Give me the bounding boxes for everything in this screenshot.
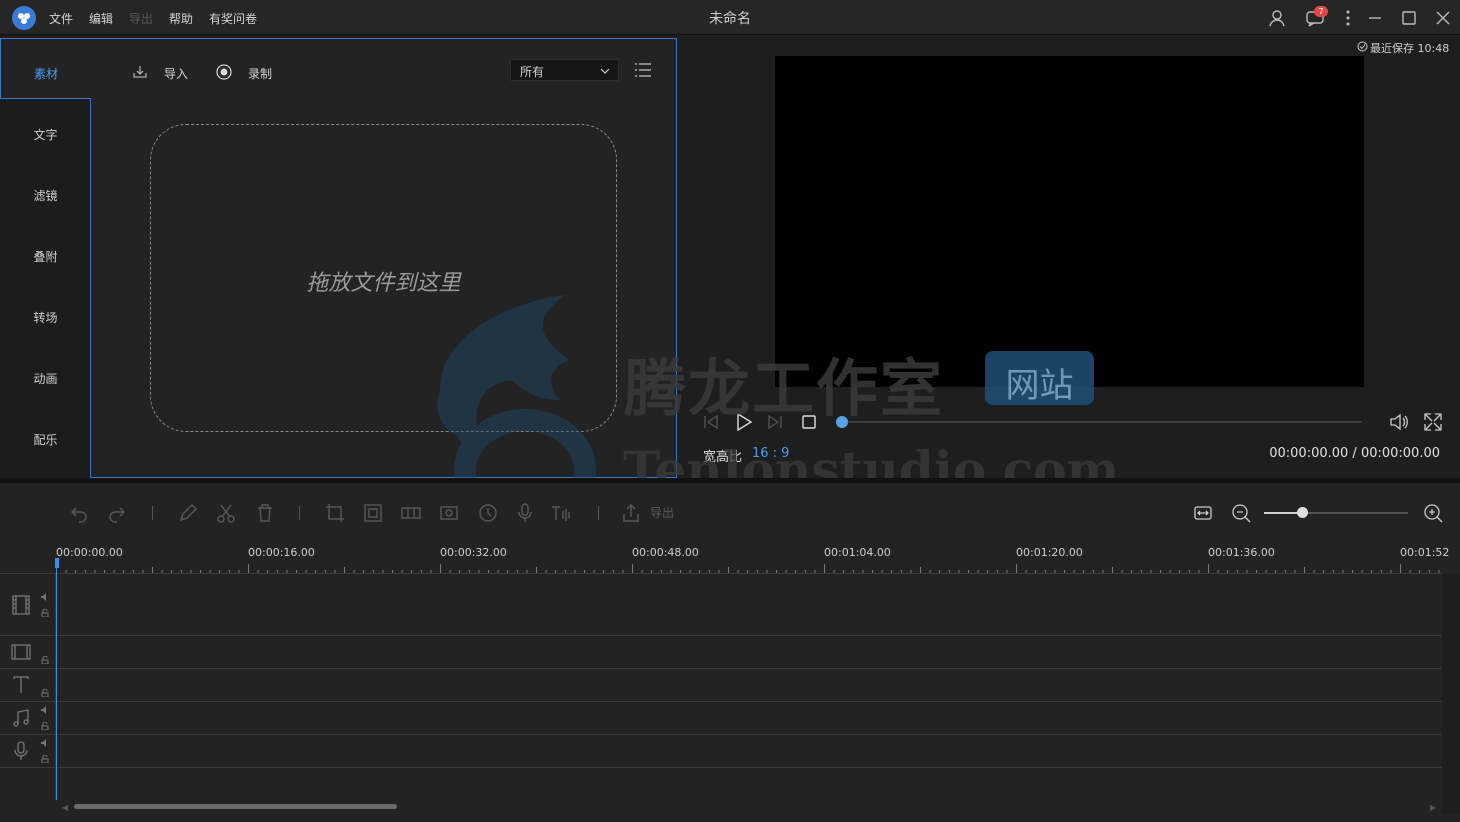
voiceover-icon[interactable] bbox=[514, 502, 536, 524]
video-track[interactable] bbox=[0, 574, 1442, 636]
ruler-label: 00:00:48.00 bbox=[632, 546, 699, 559]
timeline-export-button[interactable]: 导出 bbox=[650, 504, 674, 521]
undo-icon[interactable] bbox=[68, 502, 90, 524]
zoom-in-icon[interactable] bbox=[1422, 502, 1444, 524]
text-to-speech-icon[interactable] bbox=[550, 502, 572, 524]
resize-icon[interactable] bbox=[362, 502, 384, 524]
delete-icon[interactable] bbox=[254, 502, 276, 524]
mute-icon[interactable] bbox=[41, 739, 49, 747]
menu-edit[interactable]: 编辑 bbox=[89, 10, 113, 27]
toolbar-separator bbox=[299, 506, 300, 520]
freeze-frame-icon[interactable] bbox=[438, 502, 460, 524]
category-material[interactable]: 素材 bbox=[1, 39, 91, 98]
category-filter[interactable]: 滤镜 bbox=[0, 187, 91, 204]
app-logo-icon bbox=[12, 6, 36, 30]
lock-icon[interactable] bbox=[41, 689, 49, 697]
save-status: 最近保存 10:48 bbox=[1370, 42, 1450, 55]
export-icon[interactable] bbox=[620, 502, 642, 524]
fullscreen-icon[interactable] bbox=[1422, 411, 1444, 433]
text-icon bbox=[10, 674, 32, 696]
menu-file[interactable]: 文件 bbox=[49, 10, 73, 27]
ruler-label: 00:01:52 bbox=[1400, 546, 1450, 559]
category-overlay[interactable]: 叠附 bbox=[0, 248, 91, 265]
horizontal-scrollbar-thumb[interactable] bbox=[74, 804, 397, 809]
watermark-badge: 网站 bbox=[985, 351, 1094, 406]
category-text[interactable]: 文字 bbox=[0, 126, 91, 143]
scroll-right-icon[interactable]: ▶ bbox=[1430, 803, 1436, 812]
list-view-icon[interactable] bbox=[633, 60, 653, 80]
playhead[interactable] bbox=[56, 560, 57, 800]
toolbar-separator bbox=[152, 506, 153, 520]
music-track[interactable] bbox=[0, 702, 1442, 735]
ruler-label: 00:01:20.00 bbox=[1016, 546, 1083, 559]
chevron-down-icon bbox=[600, 68, 610, 74]
film-icon bbox=[10, 594, 32, 616]
overlay-icon bbox=[10, 641, 32, 663]
lock-icon[interactable] bbox=[41, 656, 49, 664]
scroll-left-icon[interactable]: ◀ bbox=[62, 803, 68, 812]
ruler-label: 00:01:36.00 bbox=[1208, 546, 1275, 559]
menu-survey[interactable]: 有奖问卷 bbox=[209, 10, 257, 27]
redo-icon[interactable] bbox=[106, 502, 128, 524]
voice-track[interactable] bbox=[0, 735, 1442, 768]
watermark-cn-text: 腾龙工作室 bbox=[624, 352, 945, 425]
volume-icon[interactable] bbox=[1388, 411, 1410, 433]
text-track[interactable] bbox=[0, 669, 1442, 702]
lock-icon[interactable] bbox=[41, 755, 49, 763]
more-icon[interactable] bbox=[1337, 7, 1359, 29]
notification-badge: 7 bbox=[1314, 6, 1328, 17]
toolbar-separator bbox=[598, 506, 599, 520]
edit-icon[interactable] bbox=[177, 502, 199, 524]
speed-icon[interactable] bbox=[477, 502, 499, 524]
category-transition[interactable]: 转场 bbox=[0, 309, 91, 326]
overlay-track[interactable] bbox=[0, 636, 1442, 669]
vertical-scrollbar[interactable] bbox=[1442, 574, 1460, 814]
mute-icon[interactable] bbox=[41, 706, 49, 714]
ruler-label: 00:01:04.00 bbox=[824, 546, 891, 559]
check-icon bbox=[1357, 41, 1368, 52]
ruler-label: 00:00:16.00 bbox=[248, 546, 315, 559]
lock-icon[interactable] bbox=[41, 609, 49, 617]
filter-value: 所有 bbox=[520, 65, 545, 79]
filter-select[interactable]: 所有 bbox=[510, 59, 619, 81]
playhead-handle[interactable] bbox=[55, 558, 59, 568]
timecode: 00:00:00.00 / 00:00:00.00 bbox=[1269, 446, 1440, 461]
zoom-out-icon[interactable] bbox=[1230, 502, 1252, 524]
ruler-label: 00:00:00.00 bbox=[56, 546, 123, 559]
menu-export[interactable]: 导出 bbox=[129, 10, 153, 27]
scissors-icon[interactable] bbox=[215, 502, 237, 524]
user-icon[interactable] bbox=[1266, 7, 1288, 29]
mosaic-icon[interactable] bbox=[400, 502, 422, 524]
category-animation[interactable]: 动画 bbox=[0, 370, 91, 387]
record-button[interactable]: 录制 bbox=[248, 65, 272, 82]
music-icon bbox=[10, 707, 32, 729]
crop-icon[interactable] bbox=[324, 502, 346, 524]
category-music[interactable]: 配乐 bbox=[0, 431, 91, 448]
close-icon[interactable] bbox=[1432, 7, 1454, 29]
fit-timeline-icon[interactable] bbox=[1192, 502, 1214, 524]
ruler-label: 00:00:32.00 bbox=[440, 546, 507, 559]
category-label: 素材 bbox=[33, 67, 58, 81]
menu-help[interactable]: 帮助 bbox=[169, 10, 193, 27]
category-sidebar bbox=[0, 98, 91, 478]
import-button[interactable]: 导入 bbox=[164, 65, 188, 82]
microphone-icon bbox=[10, 740, 32, 762]
lock-icon[interactable] bbox=[41, 722, 49, 730]
minimize-icon[interactable] bbox=[1364, 7, 1386, 29]
maximize-icon[interactable] bbox=[1398, 7, 1420, 29]
record-icon[interactable] bbox=[215, 63, 233, 81]
mute-icon[interactable] bbox=[41, 593, 49, 601]
watermark-badge-text: 网站 bbox=[1005, 366, 1074, 406]
import-icon[interactable] bbox=[131, 63, 149, 81]
